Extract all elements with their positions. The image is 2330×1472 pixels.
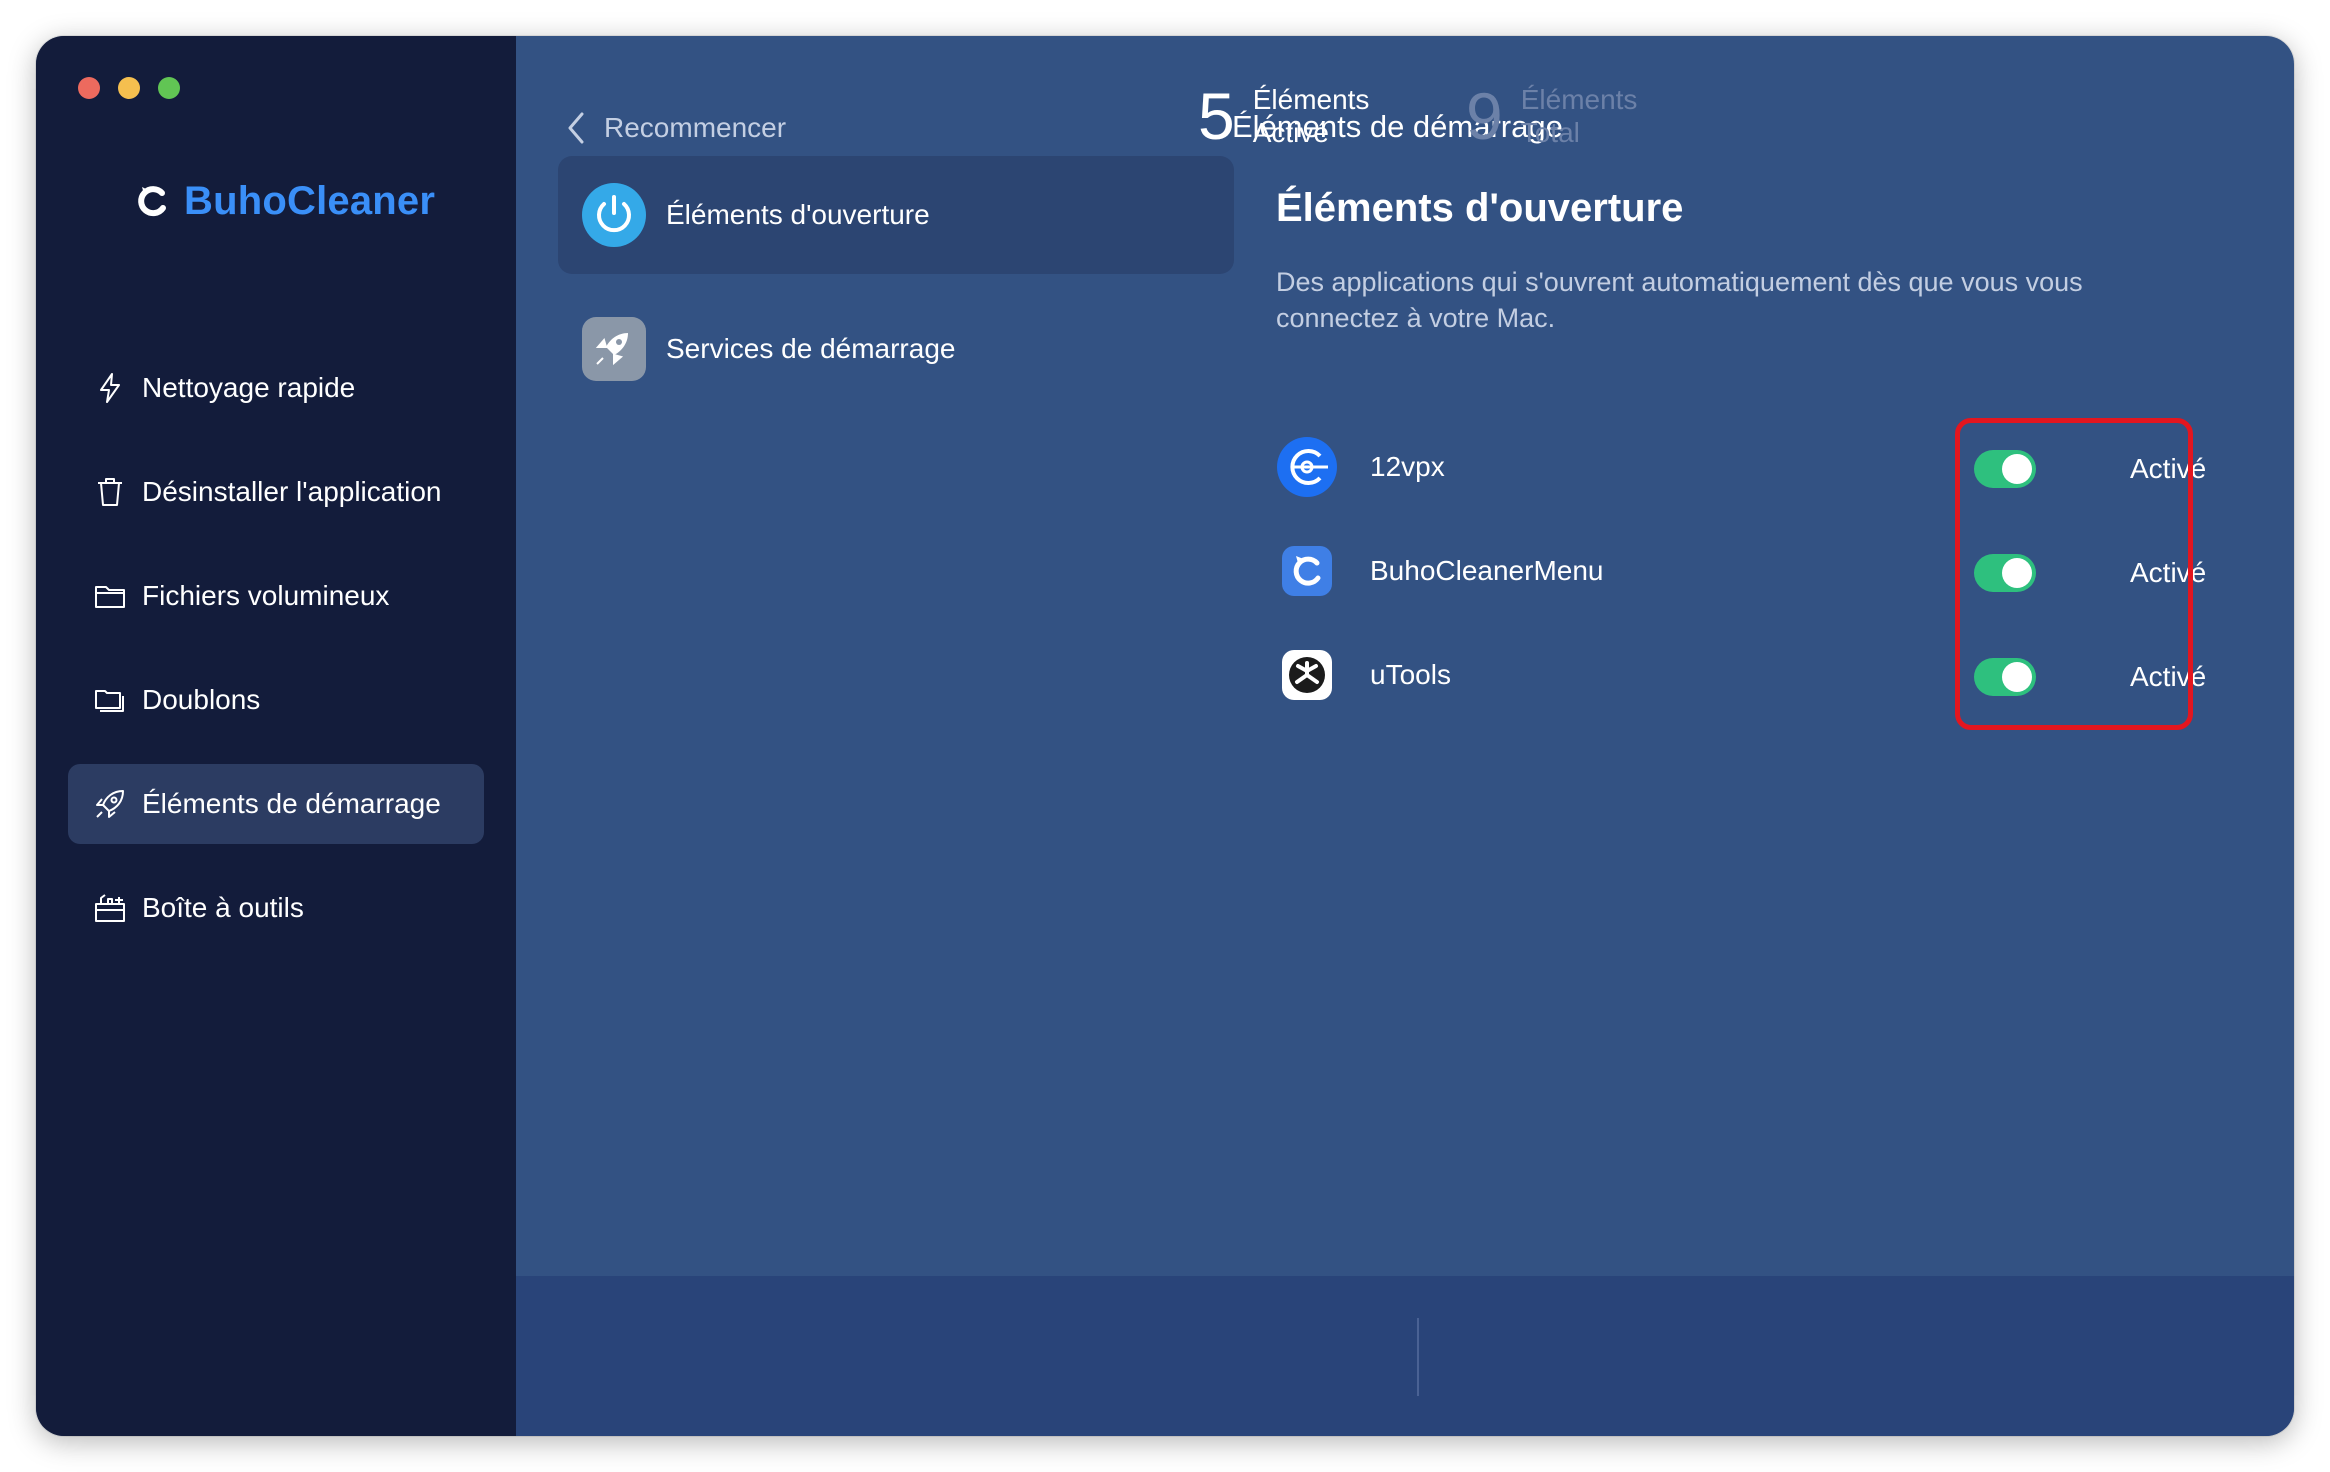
sidebar-item-label: Nettoyage rapide [142,372,356,403]
total-count: 9 [1466,79,1503,153]
subnav-item-elements-ouverture[interactable]: Éléments d'ouverture [558,156,1234,274]
sidebar: BuhoCleaner Nettoyage rapide Désinstalle… [36,36,516,1436]
sidebar-item-nettoyage-rapide[interactable]: Nettoyage rapide [68,348,484,428]
rocket-icon [92,786,128,822]
duplicate-folder-icon [92,682,128,718]
bolt-icon [92,370,128,406]
sidebar-item-elements-demarrage[interactable]: Éléments de démarrage [68,764,484,844]
app-name-label: uTools [1370,659,1451,690]
app-name: BuhoCleaner [184,178,436,223]
sidebar-item-doublons[interactable]: Doublons [68,660,484,740]
total-count-stat: 9 Éléments Total [1466,36,1637,196]
sidebar-item-fichiers-volumineux[interactable]: Fichiers volumineux [68,556,484,636]
app-logo: BuhoCleaner [132,176,435,226]
folder-icon [92,578,128,614]
subnav-item-label: Services de démarrage [666,333,956,364]
active-count-stat: 5 Éléments Activé [1198,36,1369,196]
power-icon [582,183,646,247]
close-window-button[interactable] [78,77,100,99]
subnav-item-services-demarrage[interactable]: Services de démarrage [558,290,1234,408]
sidebar-item-boite-a-outils[interactable]: Boîte à outils [68,868,484,948]
12vpx-app-icon [1276,436,1338,498]
zoom-window-button[interactable] [158,77,180,99]
buhocleaner-menu-app-icon [1276,540,1338,602]
rocket-icon [582,317,646,381]
app-name-label: BuhoCleanerMenu [1370,555,1604,586]
toolbox-icon [92,890,128,926]
sidebar-item-label: Boîte à outils [142,892,304,923]
active-stat-label-line2: Activé [1252,117,1329,148]
sidebar-item-label: Doublons [142,684,261,715]
total-stat-label-line1: Éléments [1520,84,1638,115]
app-name-label: 12vpx [1370,451,1445,482]
sidebar-nav: Nettoyage rapide Désinstaller l'applicat… [68,348,484,972]
sidebar-item-desinstaller[interactable]: Désinstaller l'application [68,452,484,532]
back-label: Recommencer [604,112,787,143]
active-stat-label-line1: Éléments [1252,84,1370,115]
footer-stats-bar [516,1276,2294,1436]
sidebar-item-label: Éléments de démarrage [142,788,441,819]
sidebar-item-label: Fichiers volumineux [142,580,390,611]
subnav-item-label: Éléments d'ouverture [666,199,930,230]
total-stat-label-line2: Total [1520,117,1580,148]
trash-icon [92,474,128,510]
utools-app-icon [1276,644,1338,706]
active-count: 5 [1198,79,1235,153]
sidebar-item-label: Désinstaller l'application [142,476,442,507]
back-button[interactable]: Recommencer [564,106,786,150]
footer-divider [1417,1318,1419,1396]
minimize-window-button[interactable] [118,77,140,99]
section-description: Des applications qui s'ouvrent automatiq… [1276,267,2083,333]
buhocleaner-logo-icon [138,186,166,217]
app-window: BuhoCleaner Nettoyage rapide Désinstalle… [36,36,2294,1436]
chevron-left-icon [568,112,584,144]
highlight-annotation-box [1955,418,2193,730]
